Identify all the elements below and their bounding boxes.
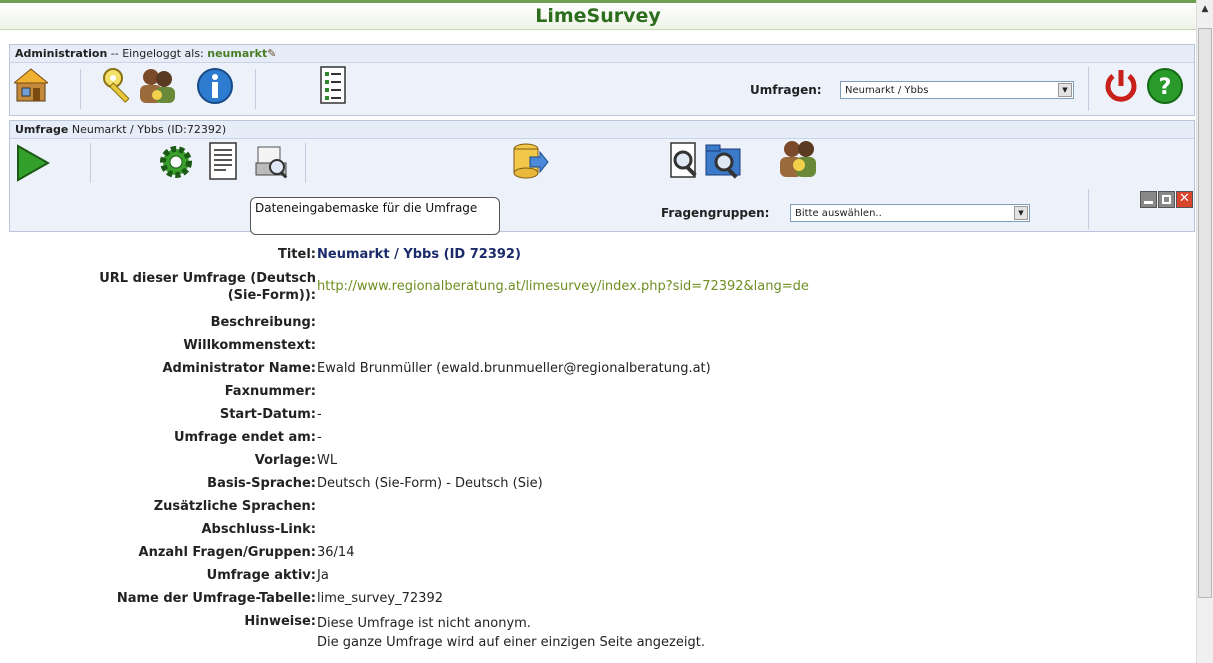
question-group-value: Bitte auswählen.. xyxy=(795,208,882,219)
tooltip: Dateneingabemaske für die Umfrage xyxy=(250,197,500,235)
surveys-label: Umfragen: xyxy=(750,83,822,97)
detail-key: Administrator Name: xyxy=(162,361,316,376)
key-icon[interactable] xyxy=(102,67,140,105)
username: neumarkt xyxy=(207,47,268,60)
minimize-button[interactable] xyxy=(1140,191,1157,208)
admin-header: Administration -- Eingeloggt als: neumar… xyxy=(10,45,1194,63)
browse-responses-icon[interactable] xyxy=(668,141,702,181)
gear-icon[interactable] xyxy=(157,143,195,181)
folder-search-icon[interactable] xyxy=(704,141,746,181)
detail-value: - xyxy=(317,407,322,422)
question-group-select[interactable]: Bitte auswählen.. ▼ xyxy=(790,204,1030,222)
detail-value: Diese Umfrage ist nicht anonym. Die ganze… xyxy=(317,616,705,650)
detail-key: Faxnummer: xyxy=(224,384,316,399)
chevron-down-icon[interactable]: ▼ xyxy=(1014,206,1028,220)
close-icon[interactable]: ✕ xyxy=(1176,191,1193,208)
users-icon[interactable] xyxy=(137,67,177,105)
detail-value: Deutsch (Sie-Form) - Deutsch (Sie) xyxy=(317,476,543,491)
app-title: LimeSurvey xyxy=(0,0,1196,30)
edit-pencil-icon[interactable]: ✎ xyxy=(267,47,276,60)
separator xyxy=(305,143,306,183)
maximize-button[interactable] xyxy=(1158,191,1175,208)
export-database-icon[interactable] xyxy=(510,141,550,181)
separator xyxy=(255,69,256,109)
admin-toolbar: Administration -- Eingeloggt als: neumar… xyxy=(9,44,1195,116)
maximize-icon xyxy=(1162,195,1171,204)
detail-key: Umfrage endet am: xyxy=(173,430,316,445)
activate-play-icon[interactable] xyxy=(14,143,50,183)
detail-value: Ja xyxy=(317,568,329,583)
survey-label: Umfrage xyxy=(15,123,69,136)
detail-key: Abschluss-Link: xyxy=(201,522,317,537)
info-icon[interactable] xyxy=(196,67,234,105)
detail-value: - xyxy=(317,430,322,445)
detail-key: Basis-Sprache: xyxy=(207,476,316,491)
detail-value: Ewald Brunmüller (ewald.brunmueller@regi… xyxy=(317,361,711,376)
home-icon[interactable] xyxy=(14,67,48,103)
survey-url-link[interactable]: http://www.regionalberatung.at/limesurve… xyxy=(317,279,809,294)
detail-value: Neumarkt / Ybbs (ID 72392) xyxy=(317,247,521,262)
data-entry-icon[interactable] xyxy=(254,143,290,181)
separator xyxy=(80,69,81,109)
login-text: -- Eingeloggt als: xyxy=(107,47,208,60)
survey-list-icon[interactable] xyxy=(319,65,347,105)
separator xyxy=(90,143,91,183)
minimize-icon xyxy=(1144,201,1153,204)
detail-key: Anzahl Fragen/Gruppen: xyxy=(138,545,316,560)
document-icon[interactable] xyxy=(207,141,239,181)
survey-select-value: Neumarkt / Ybbs xyxy=(845,85,929,96)
scroll-up-icon[interactable]: ▲ xyxy=(1199,2,1211,16)
detail-key: Beschreibung: xyxy=(210,315,316,330)
detail-key: URL dieser Umfrage (Deutsch (Sie-Form)): xyxy=(99,271,316,303)
detail-key: Umfrage aktiv: xyxy=(206,568,316,583)
detail-key: Zusätzliche Sprachen: xyxy=(153,499,316,514)
survey-select[interactable]: Neumarkt / Ybbs ▼ xyxy=(840,81,1074,99)
detail-key: Vorlage: xyxy=(254,453,316,468)
detail-key: Start-Datum: xyxy=(219,407,316,422)
detail-key: Titel: xyxy=(277,247,316,262)
survey-header: Umfrage Neumarkt / Ybbs (ID:72392) xyxy=(10,121,1194,139)
detail-key: Name der Umfrage-Tabelle: xyxy=(116,591,316,606)
detail-value: lime_survey_72392 xyxy=(317,591,443,606)
svg-text:?: ? xyxy=(1159,75,1172,100)
survey-toolbar: Umfrage Neumarkt / Ybbs (ID:72392) Frage… xyxy=(9,120,1195,232)
detail-value: WL xyxy=(317,453,338,468)
help-icon[interactable]: ? xyxy=(1146,67,1184,105)
chevron-down-icon[interactable]: ▼ xyxy=(1058,83,1072,97)
admin-label: Administration xyxy=(15,47,108,60)
detail-value: 36/14 xyxy=(317,545,355,560)
logout-power-icon[interactable] xyxy=(1103,67,1139,105)
vertical-scrollbar[interactable]: ▲ xyxy=(1196,0,1213,663)
survey-name: Neumarkt / Ybbs (ID:72392) xyxy=(68,123,227,136)
detail-key: Willkommenstext: xyxy=(183,338,316,353)
separator xyxy=(1088,67,1089,111)
detail-key: Hinweise: xyxy=(244,614,316,629)
scroll-thumb[interactable] xyxy=(1198,28,1212,598)
participants-icon[interactable] xyxy=(776,137,820,181)
separator xyxy=(1088,189,1089,229)
question-groups-label: Fragengruppen: xyxy=(661,206,770,220)
